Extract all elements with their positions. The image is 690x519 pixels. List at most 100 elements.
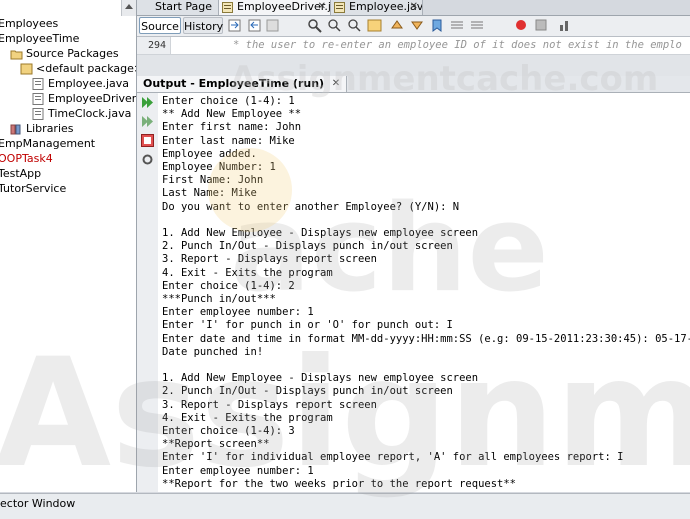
tree-item[interactable]: Employee.java: [32, 76, 129, 91]
output-line: Enter 'I' for individual employee report…: [162, 451, 624, 464]
find-next-icon[interactable]: [347, 18, 363, 33]
tree-item[interactable]: <default package>: [20, 61, 137, 76]
tree-item-label: EmployeeDriver.java: [48, 92, 136, 105]
output-line: 3. Report - Displays report screen: [162, 253, 377, 266]
editor-tabs: Start Page EmployeeDriver.java ✕ Employe…: [137, 0, 690, 16]
output-line: Date punched in!: [162, 345, 264, 358]
previous-bookmark-icon[interactable]: [389, 18, 405, 33]
output-line: **Report for the two weeks prior to the …: [162, 477, 517, 490]
tree-item[interactable]: TutorService: [0, 181, 66, 196]
tree-item[interactable]: TestApp: [0, 166, 41, 181]
tree-item-label: TutorService: [0, 182, 67, 195]
status-bar: [0, 493, 690, 519]
output-line: Enter choice (1-4): 2: [162, 279, 295, 292]
library-icon: [10, 124, 21, 135]
arrow-up-icon: [125, 4, 133, 9]
shift-left-icon[interactable]: [449, 18, 465, 33]
tree-item[interactable]: Source Packages: [10, 46, 119, 61]
output-line: Enter employee number: 1: [162, 306, 314, 319]
folder-icon: [10, 50, 23, 60]
output-line: Employee added.: [162, 147, 257, 160]
output-line: 1. Add New Employee - Displays new emplo…: [162, 372, 479, 385]
output-line: Enter last name: Mike: [162, 134, 295, 147]
tree-item-label: EmployeeTime: [0, 32, 80, 45]
tree-item-label: TimeClock.java: [48, 107, 132, 120]
java-file-icon: [222, 2, 233, 13]
tree-item-label: OOPTask4: [0, 152, 53, 165]
output-line: 3. Report - Displays report screen: [162, 398, 377, 411]
toggle-bookmark-icon[interactable]: [429, 18, 445, 33]
tree-item[interactable]: Libraries: [10, 121, 74, 136]
output-line: 1. Add New Employee - Displays new emplo…: [162, 227, 479, 239]
output-tab[interactable]: Output - EmployeeTime (run) ✕: [137, 76, 348, 92]
output-line: 4. Exit - Exits the program: [162, 266, 333, 279]
output-line: First Name: John: [162, 174, 264, 187]
output-title: Output - EmployeeTime (run): [143, 77, 325, 90]
tree-item-label: Employees: [0, 17, 59, 30]
back-icon[interactable]: [247, 18, 263, 33]
scroll-up-button[interactable]: [121, 0, 136, 16]
start-macro-icon[interactable]: [513, 18, 529, 33]
java-file-icon: [334, 2, 345, 13]
forward-icon[interactable]: [265, 18, 281, 33]
output-line: Enter first name: John: [162, 121, 302, 134]
history-button[interactable]: History: [183, 17, 223, 34]
tree-item-label: Employee.java: [48, 77, 130, 90]
rerun-icon[interactable]: [141, 96, 154, 109]
tree-item[interactable]: OOPTask4: [0, 151, 53, 166]
shift-right-icon[interactable]: [469, 18, 485, 33]
java-file-icon: [32, 108, 44, 120]
tab-employee-java[interactable]: Employee.java ✕: [331, 0, 423, 15]
java-file-icon: [32, 78, 44, 90]
output-line: Last Name: Mike: [162, 187, 257, 200]
output-window-header: Output - EmployeeTime (run) ✕: [137, 76, 690, 93]
panel-divider[interactable]: [137, 55, 690, 76]
output-console[interactable]: Enter choice (1-4): 1 ** Add New Employee…: [158, 93, 690, 492]
code-editor[interactable]: 294 * the user to re-enter an employee I…: [137, 37, 690, 55]
output-side-toolbar: [137, 93, 159, 492]
output-line: Enter employee number: 1: [162, 464, 314, 477]
last-edit-icon[interactable]: [227, 18, 243, 33]
tree-item-label: Libraries: [26, 122, 74, 135]
output-line: Enter 'I' for punch in or 'O' for punch …: [162, 319, 453, 332]
output-line: Enter date and time in format MM-dd-yyyy…: [162, 332, 690, 345]
stop-icon[interactable]: [141, 134, 154, 147]
tree-item-label: TestApp: [0, 167, 42, 180]
toggle-highlight-icon[interactable]: [367, 18, 383, 33]
find-icon[interactable]: [307, 18, 323, 33]
projects-panel: Employees EmployeeTime Source Packages <def…: [0, 0, 137, 492]
output-line: ** Add New Employee **: [162, 108, 302, 121]
tree-item[interactable]: EmployeeDriver.java: [32, 91, 136, 106]
tab-employeedriver-java[interactable]: EmployeeDriver.java ✕: [219, 0, 331, 15]
comment-icon[interactable]: [557, 18, 573, 33]
tree-item[interactable]: EmpManagement: [0, 136, 95, 151]
output-line: 2. Punch In/Out - Displays punch in/out …: [162, 385, 453, 398]
close-icon[interactable]: ✕: [332, 76, 340, 92]
output-line: Enter choice (1-4): 3: [162, 425, 295, 437]
output-line: 2. Punch In/Out - Displays punch in/out …: [162, 240, 453, 253]
tree-item[interactable]: Employees: [0, 16, 58, 31]
tab-start-page[interactable]: Start Page: [137, 0, 219, 15]
output-line: Do you want to enter another Employee? (…: [162, 200, 460, 213]
tree-item-label: <default package>: [36, 62, 137, 75]
stop-macro-icon[interactable]: [533, 18, 549, 33]
package-icon: [20, 63, 33, 75]
output-line: ***Punch in/out***: [162, 293, 276, 305]
rerun-with-options-icon[interactable]: [141, 115, 154, 128]
line-number: 294: [137, 37, 171, 54]
settings-icon[interactable]: [141, 153, 154, 166]
tab-label: Start Page: [155, 0, 212, 13]
output-line: **Report screen**: [162, 438, 270, 451]
close-icon[interactable]: ✕: [410, 0, 418, 14]
find-previous-icon[interactable]: [327, 18, 343, 33]
output-line: 4. Exit - Exits the program: [162, 411, 333, 424]
output-line: Enter choice (1-4): 1: [162, 95, 295, 107]
next-bookmark-icon[interactable]: [409, 18, 425, 33]
output-line: Employee Number: 1: [162, 161, 276, 173]
close-icon[interactable]: ✕: [318, 0, 326, 14]
tree-item[interactable]: EmployeeTime: [0, 31, 79, 46]
source-button[interactable]: Source: [139, 17, 181, 34]
tree-item[interactable]: TimeClock.java: [32, 106, 131, 121]
navigator-window-label[interactable]: ector Window: [0, 497, 75, 510]
code-comment-line: * the user to re-enter an employee ID of…: [233, 39, 682, 51]
